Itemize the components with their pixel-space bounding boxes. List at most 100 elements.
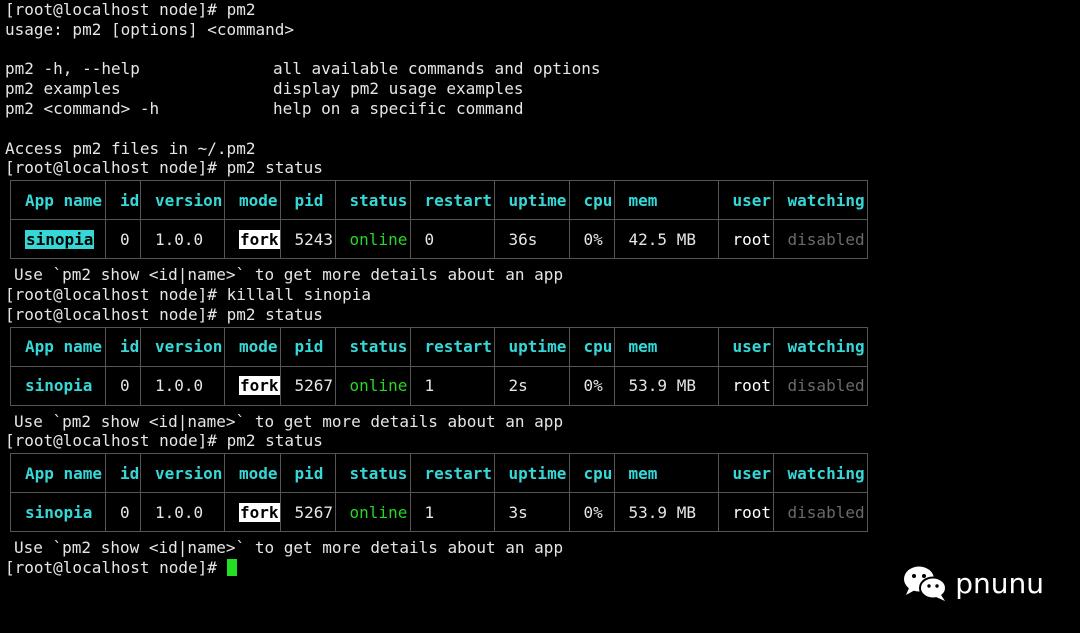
help-command: pm2 <command> -h bbox=[5, 98, 160, 118]
header-restart: restart bbox=[409, 453, 495, 494]
app-name: sinopia bbox=[25, 502, 93, 522]
cell-pid: 5267 bbox=[279, 365, 336, 406]
command: pm2 status bbox=[226, 304, 323, 324]
header-mem: mem bbox=[613, 453, 719, 494]
mode-badge: fork bbox=[239, 502, 280, 522]
cell-restart: 1 bbox=[409, 492, 495, 533]
cell-status: online bbox=[334, 492, 411, 533]
watermark-text: pnunu bbox=[955, 566, 1044, 600]
cell-uptime: 3s bbox=[493, 492, 570, 533]
header-uptime: uptime bbox=[493, 180, 570, 221]
terminal-line: [root@localhost node]# killall sinopia bbox=[5, 285, 1075, 305]
wechat-icon bbox=[901, 563, 949, 603]
help-command: pm2 examples bbox=[5, 79, 121, 99]
terminal-line: [root@localhost node]# pm2 status bbox=[5, 305, 1075, 325]
cell-pid: 5267 bbox=[279, 492, 336, 533]
cell-id: 0 bbox=[105, 492, 141, 533]
header-pid: pid bbox=[279, 326, 336, 367]
app-name: sinopia bbox=[25, 229, 95, 249]
terminal-window[interactable]: [root@localhost node]# pm2 usage: pm2 [o… bbox=[5, 0, 1075, 578]
cell-mem: 53.9 MB bbox=[613, 365, 719, 406]
prompt: [root@localhost node]# bbox=[5, 431, 227, 451]
header-mem: mem bbox=[613, 180, 719, 221]
header-id: id bbox=[105, 326, 141, 367]
header-restart: restart bbox=[409, 180, 495, 221]
cell-id: 0 bbox=[105, 365, 141, 406]
watermark: pnunu bbox=[901, 563, 1044, 603]
cell-status: online bbox=[334, 219, 411, 260]
cell-mem: 42.5 MB bbox=[613, 219, 719, 260]
header-cpu: cpu bbox=[568, 453, 615, 494]
cell-watching: disabled bbox=[772, 492, 868, 533]
header-version: version bbox=[140, 326, 225, 367]
table-header-row: App name id version mode pid status rest… bbox=[10, 180, 868, 221]
help-description: all available commands and options bbox=[273, 59, 601, 79]
header-watching: watching bbox=[772, 180, 868, 221]
header-pid: pid bbox=[279, 453, 336, 494]
header-mem: mem bbox=[613, 326, 719, 367]
show-hint-line: Use `pm2 show <id|name>` to get more det… bbox=[14, 538, 564, 558]
help-row: pm2 examples display pm2 usage examples bbox=[5, 79, 1075, 99]
help-row: pm2 -h, --help all available commands and… bbox=[5, 59, 1075, 79]
header-watching: watching bbox=[772, 453, 868, 494]
prompt: [root@localhost node]# bbox=[5, 284, 227, 304]
cell-watching: disabled bbox=[772, 365, 868, 406]
cell-app-name: sinopia bbox=[10, 219, 106, 260]
terminal-line: [root@localhost node]# pm2 status bbox=[5, 431, 1075, 451]
header-uptime: uptime bbox=[493, 326, 570, 367]
header-watching: watching bbox=[772, 326, 868, 367]
cell-user: root bbox=[717, 492, 774, 533]
prompt: [root@localhost node]# bbox=[5, 304, 227, 324]
process-table: App name id version mode pid status rest… bbox=[10, 453, 868, 533]
header-id: id bbox=[105, 180, 141, 221]
help-description: display pm2 usage examples bbox=[273, 79, 524, 99]
access-line: Access pm2 files in ~/.pm2 bbox=[5, 138, 256, 158]
cell-restart: 0 bbox=[409, 219, 495, 260]
help-description: help on a specific command bbox=[273, 98, 524, 118]
header-cpu: cpu bbox=[568, 180, 615, 221]
cell-app-name: sinopia bbox=[10, 365, 106, 406]
command: killall sinopia bbox=[226, 284, 372, 304]
cell-user: root bbox=[717, 365, 774, 406]
cell-version: 1.0.0 bbox=[140, 365, 225, 406]
header-status: status bbox=[334, 326, 411, 367]
cell-mem: 53.9 MB bbox=[613, 492, 719, 533]
cell-mode: fork bbox=[224, 492, 281, 533]
header-mode: mode bbox=[224, 326, 281, 367]
header-version: version bbox=[140, 453, 225, 494]
cell-cpu: 0% bbox=[568, 219, 615, 260]
cell-mode: fork bbox=[224, 365, 281, 406]
header-cpu: cpu bbox=[568, 326, 615, 367]
cell-cpu: 0% bbox=[568, 492, 615, 533]
help-command: pm2 -h, --help bbox=[5, 59, 140, 79]
cell-uptime: 36s bbox=[493, 219, 570, 260]
cell-status: online bbox=[334, 365, 411, 406]
terminal-line: [root@localhost node]# pm2 status bbox=[5, 158, 1075, 178]
cell-user: root bbox=[717, 219, 774, 260]
cell-mode: fork bbox=[224, 219, 281, 260]
table-row: sinopia 0 1.0.0 fork 5267 online 1 2s 0%… bbox=[10, 365, 868, 406]
prompt: [root@localhost node]# bbox=[5, 0, 227, 19]
table-header-row: App name id version mode pid status rest… bbox=[10, 453, 868, 494]
mode-badge: fork bbox=[239, 376, 280, 396]
mode-badge: fork bbox=[239, 229, 280, 249]
show-hint-line: Use `pm2 show <id|name>` to get more det… bbox=[14, 411, 564, 431]
usage-line: usage: pm2 [options] <command> bbox=[5, 19, 294, 39]
header-restart: restart bbox=[409, 326, 495, 367]
header-status: status bbox=[334, 180, 411, 221]
header-mode: mode bbox=[224, 180, 281, 221]
header-uptime: uptime bbox=[493, 453, 570, 494]
header-mode: mode bbox=[224, 453, 281, 494]
prompt: [root@localhost node]# bbox=[5, 557, 227, 577]
terminal-cursor bbox=[226, 558, 237, 576]
cell-uptime: 2s bbox=[493, 365, 570, 406]
show-hint-line: Use `pm2 show <id|name>` to get more det… bbox=[14, 265, 564, 285]
help-row: pm2 <command> -h help on a specific comma… bbox=[5, 99, 1075, 119]
header-app-name: App name bbox=[10, 180, 106, 221]
table-row: sinopia 0 1.0.0 fork 5243 online 0 36s 0… bbox=[10, 219, 868, 260]
table-header-row: App name id version mode pid status rest… bbox=[10, 326, 868, 367]
header-version: version bbox=[140, 180, 225, 221]
cell-pid: 5243 bbox=[279, 219, 336, 260]
command: pm2 status bbox=[226, 158, 323, 178]
